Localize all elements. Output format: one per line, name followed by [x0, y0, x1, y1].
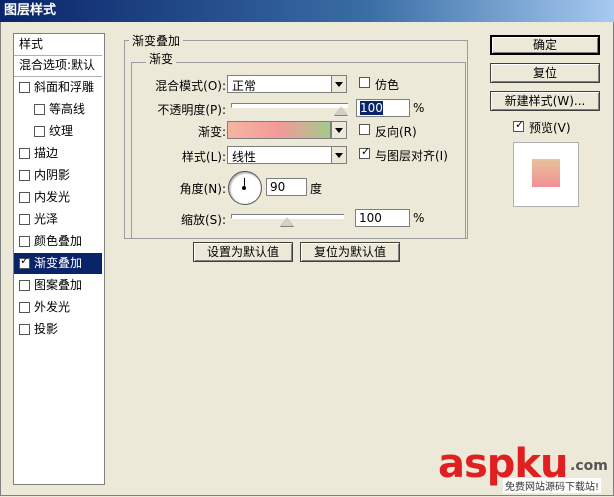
preview-checkbox[interactable]: ✓ [513, 118, 525, 132]
style-enable-checkbox[interactable] [19, 236, 30, 247]
style-enable-checkbox[interactable] [34, 126, 45, 137]
scale-slider-thumb[interactable] [280, 217, 294, 227]
style-list-item[interactable]: 内阴影 [14, 165, 102, 186]
angle-center-dot [242, 186, 246, 190]
style-select[interactable]: 线性 [227, 146, 347, 164]
style-preview [513, 142, 579, 207]
style-enable-checkbox[interactable]: ✓ [19, 254, 30, 269]
style-list-item[interactable]: 光泽 [14, 209, 102, 230]
preview-swatch [532, 159, 560, 187]
style-list-item[interactable]: 投影 [14, 319, 102, 340]
opacity-input[interactable]: 100 [356, 99, 410, 117]
style-list-item[interactable]: ✓ 渐变叠加 [14, 253, 102, 274]
style-list-item[interactable]: 描边 [14, 143, 102, 164]
set-default-button[interactable]: 设置为默认值 [193, 242, 293, 262]
opacity-label: 不透明度(P): [157, 103, 226, 117]
style-enable-checkbox[interactable] [19, 170, 30, 181]
gradient-label: 渐变: [197, 125, 226, 139]
angle-unit: 度 [310, 182, 323, 196]
style-enable-checkbox[interactable] [19, 324, 30, 335]
style-enable-checkbox[interactable] [19, 280, 30, 291]
style-list-item-label: 等高线 [49, 102, 86, 116]
reset-button[interactable]: 复位 [490, 63, 600, 83]
align-with-layer-checkbox[interactable]: ✓ [359, 145, 371, 159]
chevron-down-icon [331, 147, 346, 163]
watermark-tld: .com [570, 458, 608, 474]
style-list-item[interactable]: 混合选项:默认 [14, 55, 102, 77]
chevron-down-icon [331, 76, 346, 92]
watermark-caption: 免费网站源码下载站! [503, 478, 602, 493]
check-icon: ✓ [515, 118, 525, 131]
style-list-item[interactable]: 内发光 [14, 187, 102, 208]
style-list: 样式 混合选项:默认斜面和浮雕等高线纹理描边内阴影内发光光泽颜色叠加 ✓ 渐变叠加图… [13, 33, 105, 485]
dither-label: 仿色 [375, 78, 400, 92]
style-list-item-label: 描边 [34, 146, 59, 160]
style-list-item[interactable]: 斜面和浮雕 [14, 77, 102, 98]
angle-label: 角度(N): [179, 182, 226, 196]
window-title: 图层样式 [4, 3, 57, 18]
scale-unit: % [413, 211, 425, 225]
opacity-unit: % [413, 101, 425, 115]
scale-input[interactable]: 100 [355, 209, 410, 227]
check-icon: ✓ [20, 254, 30, 267]
new-style-button[interactable]: 新建样式(W)... [490, 91, 600, 111]
style-list-item-label: 投影 [34, 322, 59, 336]
angle-dial[interactable] [228, 171, 262, 205]
style-enable-checkbox[interactable] [19, 302, 30, 313]
style-list-item-label: 混合选项:默认 [19, 58, 96, 72]
style-list-item-label: 斜面和浮雕 [34, 80, 95, 94]
style-list-item-label: 光泽 [34, 212, 59, 226]
opacity-slider-thumb[interactable] [334, 106, 348, 116]
style-enable-checkbox[interactable] [19, 192, 30, 203]
style-list-item-label: 外发光 [34, 300, 71, 314]
style-list-item-label: 渐变叠加 [34, 256, 83, 270]
blend-mode-label: 混合模式(O): [155, 79, 226, 93]
scale-label: 缩放(S): [180, 213, 226, 227]
style-label: 样式(L): [181, 150, 226, 164]
style-list-item[interactable]: 外发光 [14, 297, 102, 318]
align-with-layer-label: 与图层对齐(I) [375, 149, 448, 163]
style-list-item[interactable]: 等高线 [14, 99, 102, 120]
style-list-item-label: 颜色叠加 [34, 234, 83, 248]
title-bar: 图层样式 [0, 0, 614, 22]
reset-default-button[interactable]: 复位为默认值 [300, 242, 400, 262]
style-list-item-label: 内阴影 [34, 168, 71, 182]
style-list-item-label: 内发光 [34, 190, 71, 204]
style-enable-checkbox[interactable] [19, 82, 30, 93]
opacity-slider-track[interactable] [231, 103, 348, 108]
gradient-preview-swatch[interactable] [227, 121, 331, 139]
style-list-header-label: 样式 [19, 37, 44, 51]
ok-button[interactable]: 确定 [490, 35, 600, 55]
chevron-down-icon [331, 122, 346, 138]
style-list-item[interactable]: 颜色叠加 [14, 231, 102, 252]
reverse-label: 反向(R) [375, 125, 417, 139]
style-list-header[interactable]: 样式 [14, 34, 102, 56]
angle-input[interactable]: 90 [266, 178, 307, 196]
blend-mode-select[interactable]: 正常 [227, 75, 347, 93]
gradient-picker-button[interactable] [331, 121, 347, 139]
style-list-item[interactable]: 纹理 [14, 121, 102, 142]
style-enable-checkbox[interactable] [19, 214, 30, 225]
dither-checkbox[interactable] [359, 77, 370, 88]
check-icon: ✓ [361, 145, 371, 158]
gradient-subgroup-title: 渐变 [146, 50, 177, 67]
preview-label: 预览(V) [529, 121, 571, 135]
gradient-overlay-title: 渐变叠加 [129, 32, 184, 49]
style-list-item-label: 图案叠加 [34, 278, 83, 292]
style-list-item[interactable]: 图案叠加 [14, 275, 102, 296]
style-list-item-label: 纹理 [49, 124, 74, 138]
style-enable-checkbox[interactable] [34, 104, 45, 115]
reverse-checkbox[interactable] [359, 124, 370, 135]
style-enable-checkbox[interactable] [19, 148, 30, 159]
